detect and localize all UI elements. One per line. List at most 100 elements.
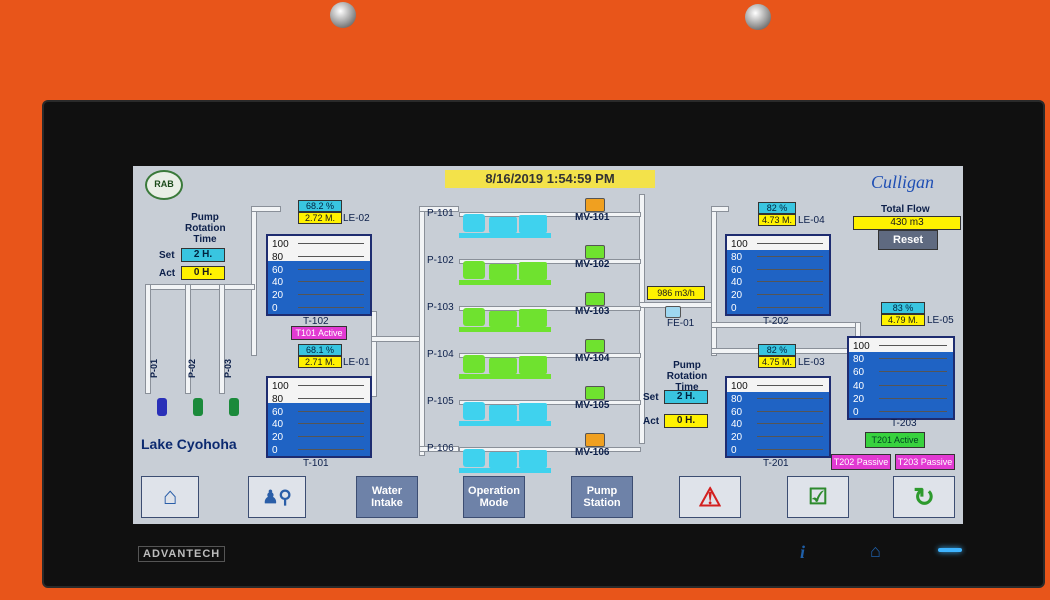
scale-tick <box>757 307 823 308</box>
submersible-pump-p03[interactable] <box>229 398 239 416</box>
tank-t203[interactable]: 100 80 60 40 20 0 <box>847 336 955 420</box>
operation-mode-button[interactable]: Operation Mode <box>463 476 525 518</box>
scale-value: 60 <box>731 406 743 418</box>
pump-body <box>489 311 517 327</box>
scale-value: 40 <box>853 380 865 392</box>
scale-tick <box>298 307 364 308</box>
tank-scale: 100 80 60 40 20 0 <box>853 340 881 418</box>
scale-value: 100 <box>272 239 289 250</box>
t201-status-badge: T201 Active <box>865 432 925 448</box>
tank-t102[interactable]: 100 80 60 40 20 0 <box>266 234 372 316</box>
home-hardware-icon[interactable]: ⌂ <box>870 541 881 562</box>
report-button[interactable]: ☑ <box>787 476 849 518</box>
culligan-logo: Culligan <box>871 172 935 192</box>
pump-2[interactable] <box>459 259 551 285</box>
home-icon: ⌂ <box>162 483 178 510</box>
scale-value: 100 <box>731 239 748 250</box>
scale-value: 60 <box>731 264 743 276</box>
act-label: Act <box>159 268 176 279</box>
pump-4[interactable] <box>459 353 551 379</box>
pump-6[interactable] <box>459 447 551 473</box>
pump-label: P-101 <box>427 208 454 219</box>
motor-valve-icon[interactable] <box>585 433 605 447</box>
pump-station-button[interactable]: Pump Station <box>571 476 633 518</box>
lake-label: Lake Cyohoha <box>141 436 237 452</box>
pump-rotation-title-line: Rotation <box>666 371 708 382</box>
tank-t201[interactable]: 100 80 60 40 20 0 <box>725 376 831 458</box>
user-key-icon: ♟⚲ <box>262 487 292 507</box>
panel-bolt-left <box>330 2 356 28</box>
motor-valve-icon[interactable] <box>585 245 605 259</box>
motor-valve-icon[interactable] <box>585 386 605 400</box>
intake-pump-label: P-02 <box>187 358 197 378</box>
scale-value: 0 <box>272 303 278 314</box>
pump-5[interactable] <box>459 400 551 426</box>
flow-meter-value: 986 m3/h <box>647 286 705 300</box>
t101-level: 2.71 M. <box>298 356 342 368</box>
alarm-button[interactable]: ⚠ <box>679 476 741 518</box>
set-time-field[interactable]: 2 H. <box>181 248 225 262</box>
scale-value: 80 <box>731 393 743 405</box>
t102-percent: 68.2 % <box>298 200 342 212</box>
scale-tick <box>757 281 823 283</box>
act-label: Act <box>643 416 660 427</box>
motor-valve-icon[interactable] <box>585 198 605 212</box>
submersible-pump-p02[interactable] <box>193 398 203 416</box>
water-intake-button[interactable]: Water Intake <box>356 476 418 518</box>
intake-pump-label: P-01 <box>149 358 159 378</box>
scale-tick <box>757 449 823 450</box>
pump-label: P-103 <box>427 302 454 313</box>
pipe <box>371 336 421 342</box>
home-button[interactable]: ⌂ <box>141 476 199 518</box>
act-time-field: 0 H. <box>181 266 225 280</box>
scale-value: 0 <box>731 445 737 456</box>
intake-pump-label: P-03 <box>223 358 233 378</box>
reset-button[interactable]: Reset <box>878 230 938 250</box>
advantech-logo: ADVANTECH <box>138 546 226 562</box>
t101-percent: 68.1 % <box>298 344 342 356</box>
panel-bolt-right <box>745 4 771 30</box>
t203-name: T-203 <box>891 418 917 429</box>
valve-label: MV-103 <box>575 306 610 317</box>
pump-body <box>489 217 517 233</box>
tank-t202[interactable]: 100 80 60 40 20 0 <box>725 234 831 316</box>
t203-level: 4.79 M. <box>881 314 925 326</box>
scale-tick <box>298 255 364 257</box>
tank-scale: 100 80 60 40 20 0 <box>272 238 300 314</box>
scale-tick <box>757 385 823 386</box>
pump-body <box>463 402 485 420</box>
pump-body <box>519 356 547 374</box>
scale-value: 20 <box>272 290 284 302</box>
t101-status-badge: T101 Active <box>291 326 347 340</box>
t201-sensor: LE-03 <box>798 357 825 368</box>
scale-tick <box>879 384 947 386</box>
scale-tick <box>757 397 823 399</box>
info-icon[interactable]: i <box>800 542 805 563</box>
set-time-field[interactable]: 2 H. <box>664 390 708 404</box>
flow-meter-icon <box>665 306 681 318</box>
refresh-button[interactable]: ↻ <box>893 476 955 518</box>
scale-tick <box>879 358 947 360</box>
pump-body <box>489 452 517 468</box>
motor-valve-icon[interactable] <box>585 292 605 306</box>
pump-body <box>459 233 551 238</box>
pipe <box>711 206 729 212</box>
scale-value: 0 <box>853 407 859 418</box>
tank-t101[interactable]: 100 80 60 40 20 0 <box>266 376 372 458</box>
pump-body <box>463 449 485 467</box>
submersible-pump-p01[interactable] <box>157 398 167 416</box>
pump-body <box>459 468 551 473</box>
pump-3[interactable] <box>459 306 551 332</box>
refresh-icon: ↻ <box>913 482 935 512</box>
scale-tick <box>757 294 823 296</box>
pump-label: P-105 <box>427 396 454 407</box>
scale-value: 20 <box>272 432 284 444</box>
pump-body <box>463 261 485 279</box>
pump-1[interactable] <box>459 212 551 238</box>
scale-value: 60 <box>272 406 284 418</box>
user-login-button[interactable]: ♟⚲ <box>248 476 306 518</box>
motor-valve-icon[interactable] <box>585 339 605 353</box>
pump-body <box>459 421 551 426</box>
pump-rotation-title-line: Rotation <box>185 223 226 234</box>
tank-scale: 100 80 60 40 20 0 <box>731 380 759 456</box>
